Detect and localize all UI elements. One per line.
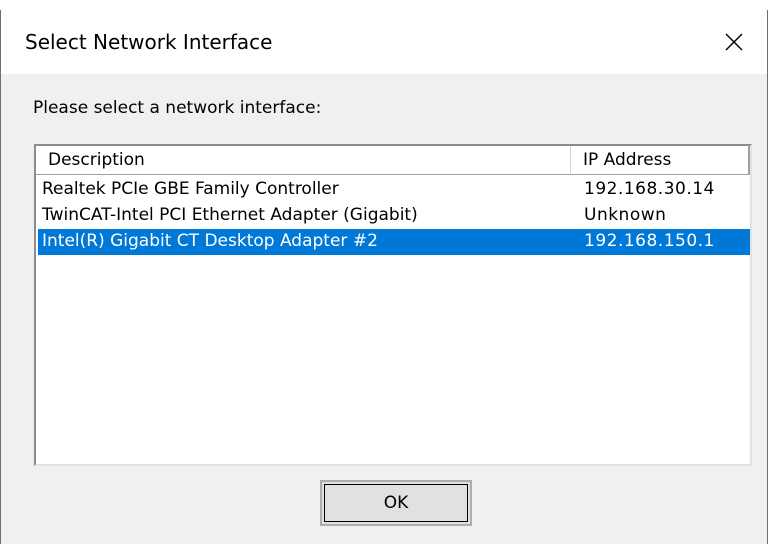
row-ip-address: 192.168.30.14 xyxy=(584,179,715,199)
background-strip xyxy=(0,0,768,10)
row-description: Realtek PCIe GBE Family Controller xyxy=(42,179,339,199)
row-ip-address: Unknown xyxy=(584,205,667,225)
dialog-title: Select Network Interface xyxy=(25,30,273,54)
column-header-ip-address[interactable]: IP Address xyxy=(571,146,750,175)
list-row-selected[interactable]: Intel(R) Gigabit CT Desktop Adapter #2 1… xyxy=(38,229,750,255)
title-bar: Select Network Interface xyxy=(1,10,767,74)
close-button[interactable] xyxy=(701,10,767,74)
ok-button-label: OK xyxy=(383,493,409,513)
list-header: Description IP Address xyxy=(36,146,750,177)
select-network-interface-dialog: Select Network Interface Please select a… xyxy=(0,10,768,544)
close-icon xyxy=(725,33,743,51)
row-ip-address: 192.168.150.1 xyxy=(584,231,715,251)
instruction-label: Please select a network interface: xyxy=(33,98,322,118)
row-description: TwinCAT-Intel PCI Ethernet Adapter (Giga… xyxy=(42,205,418,225)
column-header-description[interactable]: Description xyxy=(36,146,571,175)
network-interface-list[interactable]: Description IP Address Realtek PCIe GBE … xyxy=(34,144,752,466)
row-description: Intel(R) Gigabit CT Desktop Adapter #2 xyxy=(42,231,378,251)
list-row[interactable]: TwinCAT-Intel PCI Ethernet Adapter (Giga… xyxy=(38,203,750,229)
list-row[interactable]: Realtek PCIe GBE Family Controller 192.1… xyxy=(38,177,750,203)
ok-button[interactable]: OK xyxy=(320,480,472,526)
